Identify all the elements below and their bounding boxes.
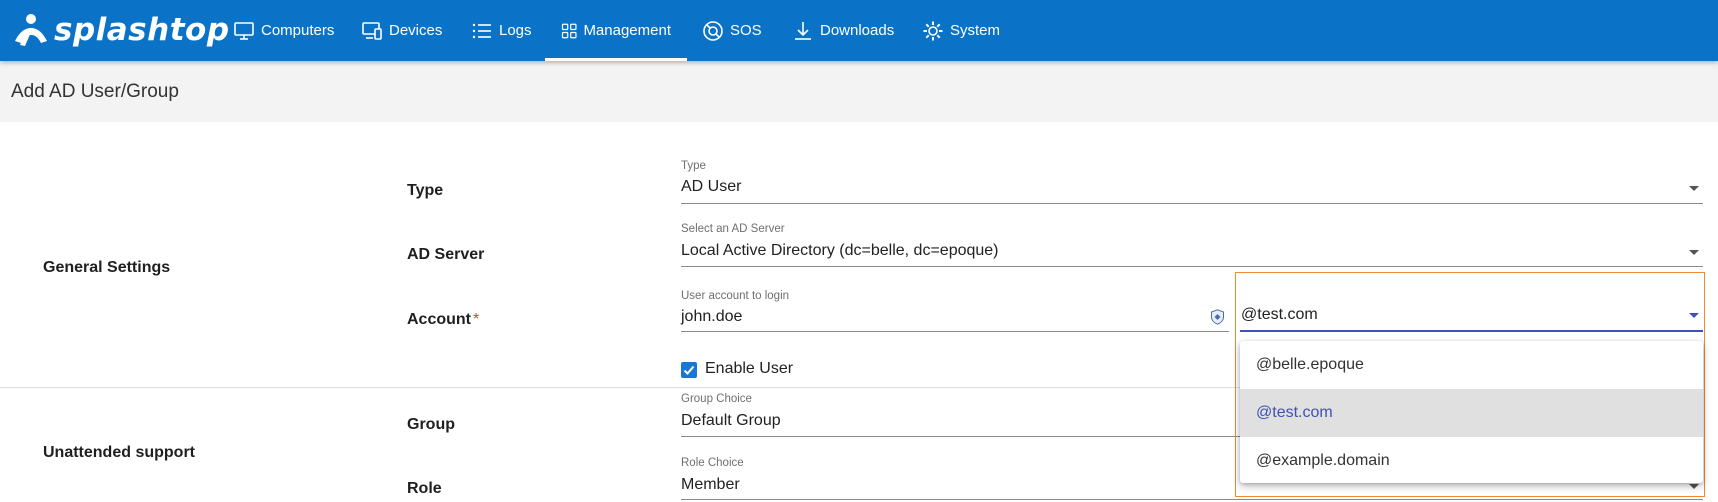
- chevron-down-icon: [1689, 250, 1699, 255]
- nav-management[interactable]: Management: [545, 0, 687, 61]
- type-select-caption: Type: [681, 160, 706, 172]
- sos-icon: [703, 20, 723, 41]
- chevron-down-icon: [1689, 186, 1699, 191]
- nav-system[interactable]: System: [922, 0, 1000, 61]
- gear-icon: [923, 21, 943, 40]
- grid-icon: [561, 23, 577, 38]
- nav-logs[interactable]: Logs: [471, 0, 532, 61]
- type-label: Type: [407, 182, 444, 199]
- nav-computers[interactable]: Computers: [233, 0, 334, 61]
- ad-server-select[interactable]: Select an AD Server Local Active Directo…: [681, 223, 1703, 267]
- group-select-caption: Group Choice: [681, 393, 752, 405]
- ad-server-label: AD Server: [407, 246, 485, 263]
- role-select-caption: Role Choice: [681, 457, 744, 469]
- monitor-icon: [234, 21, 254, 40]
- domain-dropdown-menu: @belle.epoque @test.com @example.domain: [1240, 341, 1703, 483]
- enable-user-label[interactable]: Enable User: [705, 360, 793, 378]
- nav-logs-label: Logs: [499, 22, 532, 39]
- list-icon: [472, 23, 491, 38]
- role-label: Role: [407, 480, 442, 497]
- nav-sos[interactable]: SOS: [702, 0, 762, 61]
- nav-management-label: Management: [583, 22, 671, 39]
- enable-user-checkbox[interactable]: [681, 362, 697, 378]
- domain-select-value: @test.com: [1241, 306, 1318, 323]
- checkmark-icon: [683, 365, 695, 375]
- nav-devices-label: Devices: [389, 22, 443, 39]
- devices-icon: [362, 21, 382, 40]
- domain-option-belle-epoque[interactable]: @belle.epoque: [1240, 341, 1703, 389]
- ad-server-select-value: Local Active Directory (dc=belle, dc=epo…: [681, 242, 999, 259]
- chevron-down-icon: [1689, 484, 1699, 489]
- general-settings-label: General Settings: [43, 259, 171, 276]
- nav-downloads-label: Downloads: [820, 22, 895, 39]
- unattended-support-label: Unattended support: [43, 444, 195, 461]
- page-header: Add AD User/Group: [0, 61, 1718, 122]
- account-label: Account *: [407, 311, 479, 329]
- domain-option-example-domain[interactable]: @example.domain: [1240, 437, 1703, 483]
- type-select[interactable]: Type AD User: [681, 160, 1703, 204]
- account-input-value: john.doe: [681, 308, 743, 325]
- download-icon: [795, 21, 811, 40]
- nav-system-label: System: [950, 22, 1001, 39]
- type-select-value: AD User: [681, 178, 742, 195]
- required-marker: *: [473, 311, 480, 328]
- chevron-down-icon: [1689, 313, 1699, 318]
- password-manager-shield-icon[interactable]: [1210, 309, 1225, 325]
- group-label: Group: [407, 416, 455, 433]
- nav-computers-label: Computers: [261, 22, 335, 39]
- page-title: Add AD User/Group: [11, 81, 179, 102]
- nav-sos-label: SOS: [730, 22, 762, 39]
- account-label-text: Account: [407, 311, 471, 328]
- domain-select[interactable]: @test.com: [1240, 300, 1703, 332]
- role-select-value: Member: [681, 476, 740, 493]
- account-input[interactable]: User account to login john.doe: [681, 290, 1229, 332]
- splashtop-logo-icon: [15, 14, 47, 46]
- account-input-caption: User account to login: [681, 290, 790, 302]
- ad-server-select-caption: Select an AD Server: [681, 223, 785, 235]
- group-select-value: Default Group: [681, 412, 781, 429]
- splashtop-logo[interactable]: splashtop: [12, 11, 230, 49]
- top-navigation-bar: splashtop Computers Devices Logs Managem…: [0, 0, 1718, 61]
- nav-devices[interactable]: Devices: [361, 0, 442, 61]
- section-divider: [0, 387, 1240, 388]
- nav-downloads[interactable]: Downloads: [792, 0, 894, 61]
- domain-option-test-com[interactable]: @test.com: [1240, 389, 1703, 437]
- brand-name: splashtop: [54, 12, 230, 48]
